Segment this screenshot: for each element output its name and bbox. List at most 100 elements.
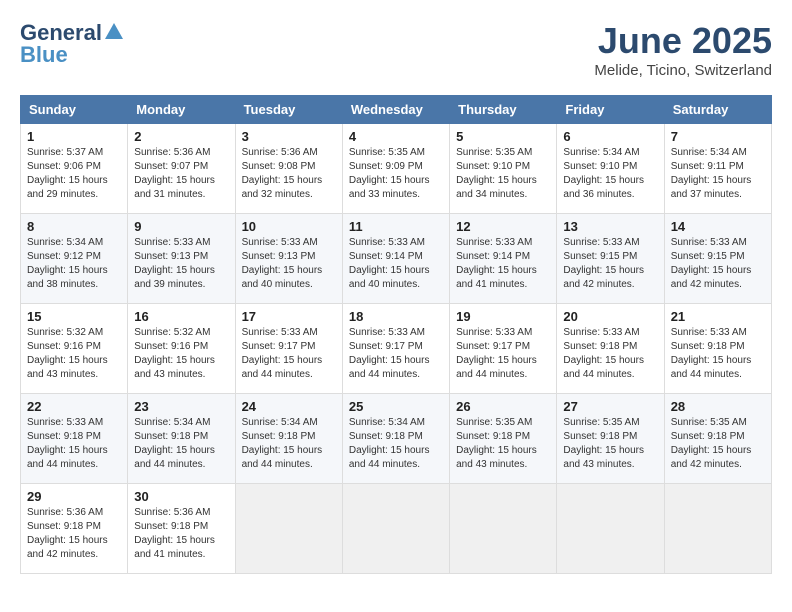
- day-info: Sunrise: 5:36 AMSunset: 9:18 PMDaylight:…: [134, 507, 215, 560]
- table-row: 26 Sunrise: 5:35 AMSunset: 9:18 PMDaylig…: [450, 394, 557, 484]
- day-number: 19: [456, 309, 550, 324]
- table-row: [235, 484, 342, 574]
- calendar-week-row: 8 Sunrise: 5:34 AMSunset: 9:12 PMDayligh…: [21, 214, 772, 304]
- table-row: 9 Sunrise: 5:33 AMSunset: 9:13 PMDayligh…: [128, 214, 235, 304]
- table-row: 21 Sunrise: 5:33 AMSunset: 9:18 PMDaylig…: [664, 304, 771, 394]
- day-number: 17: [242, 309, 336, 324]
- day-info: Sunrise: 5:33 AMSunset: 9:15 PMDaylight:…: [563, 237, 644, 290]
- day-info: Sunrise: 5:33 AMSunset: 9:13 PMDaylight:…: [134, 237, 215, 290]
- day-info: Sunrise: 5:33 AMSunset: 9:18 PMDaylight:…: [563, 327, 644, 380]
- day-number: 10: [242, 219, 336, 234]
- day-number: 21: [671, 309, 765, 324]
- day-info: Sunrise: 5:35 AMSunset: 9:18 PMDaylight:…: [456, 417, 537, 470]
- table-row: 2 Sunrise: 5:36 AMSunset: 9:07 PMDayligh…: [128, 124, 235, 214]
- day-info: Sunrise: 5:32 AMSunset: 9:16 PMDaylight:…: [27, 327, 108, 380]
- calendar-week-row: 29 Sunrise: 5:36 AMSunset: 9:18 PMDaylig…: [21, 484, 772, 574]
- table-row: 30 Sunrise: 5:36 AMSunset: 9:18 PMDaylig…: [128, 484, 235, 574]
- table-row: 11 Sunrise: 5:33 AMSunset: 9:14 PMDaylig…: [342, 214, 449, 304]
- logo: General Blue: [20, 20, 125, 68]
- page-header: General Blue June 2025 Melide, Ticino, S…: [20, 20, 772, 79]
- day-info: Sunrise: 5:35 AMSunset: 9:09 PMDaylight:…: [349, 147, 430, 200]
- calendar-week-row: 1 Sunrise: 5:37 AMSunset: 9:06 PMDayligh…: [21, 124, 772, 214]
- day-number: 3: [242, 129, 336, 144]
- table-row: 8 Sunrise: 5:34 AMSunset: 9:12 PMDayligh…: [21, 214, 128, 304]
- table-row: 4 Sunrise: 5:35 AMSunset: 9:09 PMDayligh…: [342, 124, 449, 214]
- day-info: Sunrise: 5:33 AMSunset: 9:17 PMDaylight:…: [456, 327, 537, 380]
- calendar-week-row: 22 Sunrise: 5:33 AMSunset: 9:18 PMDaylig…: [21, 394, 772, 484]
- table-row: [450, 484, 557, 574]
- logo-icon: [103, 21, 125, 43]
- calendar-header-row: Sunday Monday Tuesday Wednesday Thursday…: [21, 96, 772, 124]
- table-row: 20 Sunrise: 5:33 AMSunset: 9:18 PMDaylig…: [557, 304, 664, 394]
- table-row: 16 Sunrise: 5:32 AMSunset: 9:16 PMDaylig…: [128, 304, 235, 394]
- calendar-week-row: 15 Sunrise: 5:32 AMSunset: 9:16 PMDaylig…: [21, 304, 772, 394]
- day-info: Sunrise: 5:33 AMSunset: 9:17 PMDaylight:…: [349, 327, 430, 380]
- table-row: 27 Sunrise: 5:35 AMSunset: 9:18 PMDaylig…: [557, 394, 664, 484]
- day-info: Sunrise: 5:35 AMSunset: 9:18 PMDaylight:…: [671, 417, 752, 470]
- day-number: 27: [563, 399, 657, 414]
- day-number: 4: [349, 129, 443, 144]
- table-row: 29 Sunrise: 5:36 AMSunset: 9:18 PMDaylig…: [21, 484, 128, 574]
- day-number: 16: [134, 309, 228, 324]
- header-saturday: Saturday: [664, 96, 771, 124]
- calendar-table: Sunday Monday Tuesday Wednesday Thursday…: [20, 95, 772, 574]
- day-info: Sunrise: 5:34 AMSunset: 9:18 PMDaylight:…: [134, 417, 215, 470]
- day-info: Sunrise: 5:33 AMSunset: 9:14 PMDaylight:…: [349, 237, 430, 290]
- table-row: 19 Sunrise: 5:33 AMSunset: 9:17 PMDaylig…: [450, 304, 557, 394]
- table-row: 13 Sunrise: 5:33 AMSunset: 9:15 PMDaylig…: [557, 214, 664, 304]
- day-info: Sunrise: 5:33 AMSunset: 9:17 PMDaylight:…: [242, 327, 323, 380]
- table-row: 12 Sunrise: 5:33 AMSunset: 9:14 PMDaylig…: [450, 214, 557, 304]
- day-number: 24: [242, 399, 336, 414]
- table-row: 22 Sunrise: 5:33 AMSunset: 9:18 PMDaylig…: [21, 394, 128, 484]
- table-row: 7 Sunrise: 5:34 AMSunset: 9:11 PMDayligh…: [664, 124, 771, 214]
- header-wednesday: Wednesday: [342, 96, 449, 124]
- logo-blue-text: Blue: [20, 42, 68, 68]
- table-row: [557, 484, 664, 574]
- day-info: Sunrise: 5:33 AMSunset: 9:14 PMDaylight:…: [456, 237, 537, 290]
- day-info: Sunrise: 5:34 AMSunset: 9:18 PMDaylight:…: [349, 417, 430, 470]
- header-tuesday: Tuesday: [235, 96, 342, 124]
- day-info: Sunrise: 5:37 AMSunset: 9:06 PMDaylight:…: [27, 147, 108, 200]
- day-number: 8: [27, 219, 121, 234]
- table-row: 17 Sunrise: 5:33 AMSunset: 9:17 PMDaylig…: [235, 304, 342, 394]
- day-info: Sunrise: 5:36 AMSunset: 9:08 PMDaylight:…: [242, 147, 323, 200]
- month-title: June 2025: [594, 20, 772, 62]
- day-number: 2: [134, 129, 228, 144]
- day-number: 1: [27, 129, 121, 144]
- day-info: Sunrise: 5:33 AMSunset: 9:18 PMDaylight:…: [671, 327, 752, 380]
- table-row: 5 Sunrise: 5:35 AMSunset: 9:10 PMDayligh…: [450, 124, 557, 214]
- table-row: 28 Sunrise: 5:35 AMSunset: 9:18 PMDaylig…: [664, 394, 771, 484]
- header-monday: Monday: [128, 96, 235, 124]
- table-row: 15 Sunrise: 5:32 AMSunset: 9:16 PMDaylig…: [21, 304, 128, 394]
- header-sunday: Sunday: [21, 96, 128, 124]
- header-friday: Friday: [557, 96, 664, 124]
- day-info: Sunrise: 5:33 AMSunset: 9:15 PMDaylight:…: [671, 237, 752, 290]
- table-row: 18 Sunrise: 5:33 AMSunset: 9:17 PMDaylig…: [342, 304, 449, 394]
- table-row: 25 Sunrise: 5:34 AMSunset: 9:18 PMDaylig…: [342, 394, 449, 484]
- table-row: [342, 484, 449, 574]
- table-row: 1 Sunrise: 5:37 AMSunset: 9:06 PMDayligh…: [21, 124, 128, 214]
- day-number: 13: [563, 219, 657, 234]
- table-row: 14 Sunrise: 5:33 AMSunset: 9:15 PMDaylig…: [664, 214, 771, 304]
- header-thursday: Thursday: [450, 96, 557, 124]
- day-number: 22: [27, 399, 121, 414]
- day-number: 5: [456, 129, 550, 144]
- day-info: Sunrise: 5:36 AMSunset: 9:07 PMDaylight:…: [134, 147, 215, 200]
- table-row: 10 Sunrise: 5:33 AMSunset: 9:13 PMDaylig…: [235, 214, 342, 304]
- day-info: Sunrise: 5:33 AMSunset: 9:13 PMDaylight:…: [242, 237, 323, 290]
- day-info: Sunrise: 5:32 AMSunset: 9:16 PMDaylight:…: [134, 327, 215, 380]
- day-number: 12: [456, 219, 550, 234]
- day-number: 15: [27, 309, 121, 324]
- day-info: Sunrise: 5:34 AMSunset: 9:18 PMDaylight:…: [242, 417, 323, 470]
- day-info: Sunrise: 5:36 AMSunset: 9:18 PMDaylight:…: [27, 507, 108, 560]
- day-number: 7: [671, 129, 765, 144]
- day-info: Sunrise: 5:34 AMSunset: 9:12 PMDaylight:…: [27, 237, 108, 290]
- day-number: 30: [134, 489, 228, 504]
- day-number: 26: [456, 399, 550, 414]
- day-number: 25: [349, 399, 443, 414]
- location: Melide, Ticino, Switzerland: [594, 62, 772, 79]
- day-info: Sunrise: 5:35 AMSunset: 9:10 PMDaylight:…: [456, 147, 537, 200]
- table-row: [664, 484, 771, 574]
- day-info: Sunrise: 5:34 AMSunset: 9:11 PMDaylight:…: [671, 147, 752, 200]
- table-row: 6 Sunrise: 5:34 AMSunset: 9:10 PMDayligh…: [557, 124, 664, 214]
